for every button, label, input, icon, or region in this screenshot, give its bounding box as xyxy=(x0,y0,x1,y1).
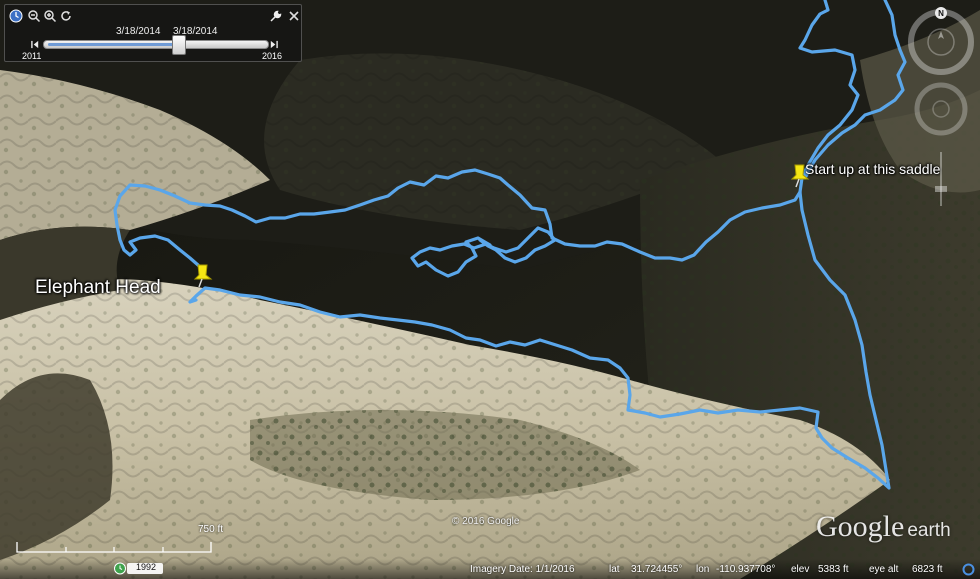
time-slider-panel: 3/18/2014 3/18/2014 2011 2016 xyxy=(4,4,302,62)
historical-clock-icon[interactable] xyxy=(9,9,23,23)
step-forward-icon[interactable] xyxy=(268,39,278,49)
scale-bar xyxy=(16,542,212,553)
navigation-controls: N xyxy=(905,6,977,206)
start-year-label: 2011 xyxy=(22,51,42,61)
status-bar: 1992 Imagery Date: 1/1/2016 lat 31.72445… xyxy=(0,559,980,579)
lat-label: lat xyxy=(609,564,620,575)
google-earth-logo: Google earth xyxy=(816,510,951,544)
streaming-status-icon xyxy=(962,563,975,576)
time-slider-track[interactable] xyxy=(43,35,269,55)
historical-year-label: 1992 xyxy=(136,562,157,572)
pushpin-icon[interactable] xyxy=(192,262,216,288)
eye-alt-value: 6823 ft xyxy=(912,564,943,575)
step-back-icon[interactable] xyxy=(30,39,40,49)
elev-value: 5383 ft xyxy=(818,564,849,575)
start-date-label: 3/18/2014 xyxy=(116,26,161,37)
wrench-icon[interactable] xyxy=(269,9,283,23)
eye-alt-label: eye alt xyxy=(869,564,899,575)
copyright-text: © 2016 Google xyxy=(452,516,520,527)
imagery-date: Imagery Date: 1/1/2016 xyxy=(470,564,575,575)
lon-label: lon xyxy=(696,564,710,575)
move-ring[interactable] xyxy=(914,82,968,136)
scale-label: 750 ft xyxy=(198,524,224,535)
historical-imagery-badge[interactable]: 1992 xyxy=(114,562,164,575)
close-icon[interactable] xyxy=(287,9,301,23)
look-ring[interactable] xyxy=(908,9,974,75)
lon-value: -110.937708° xyxy=(716,564,776,575)
logo-earth-text: earth xyxy=(907,520,951,541)
elev-label: elev xyxy=(791,564,810,575)
logo-google-text: Google xyxy=(816,510,905,543)
time-slider-range xyxy=(48,43,179,46)
time-slider-thumb[interactable] xyxy=(172,35,187,55)
refresh-icon[interactable] xyxy=(59,9,73,23)
zoom-out-icon[interactable] xyxy=(27,9,41,23)
lat-value: 31.724455° xyxy=(631,564,683,575)
placemark-label-elephant-head[interactable]: Elephant Head xyxy=(35,277,161,299)
north-icon[interactable]: N xyxy=(935,7,947,19)
zoom-slider[interactable] xyxy=(935,152,947,206)
zoom-in-icon[interactable] xyxy=(43,9,57,23)
end-year-label: 2016 xyxy=(262,51,283,61)
